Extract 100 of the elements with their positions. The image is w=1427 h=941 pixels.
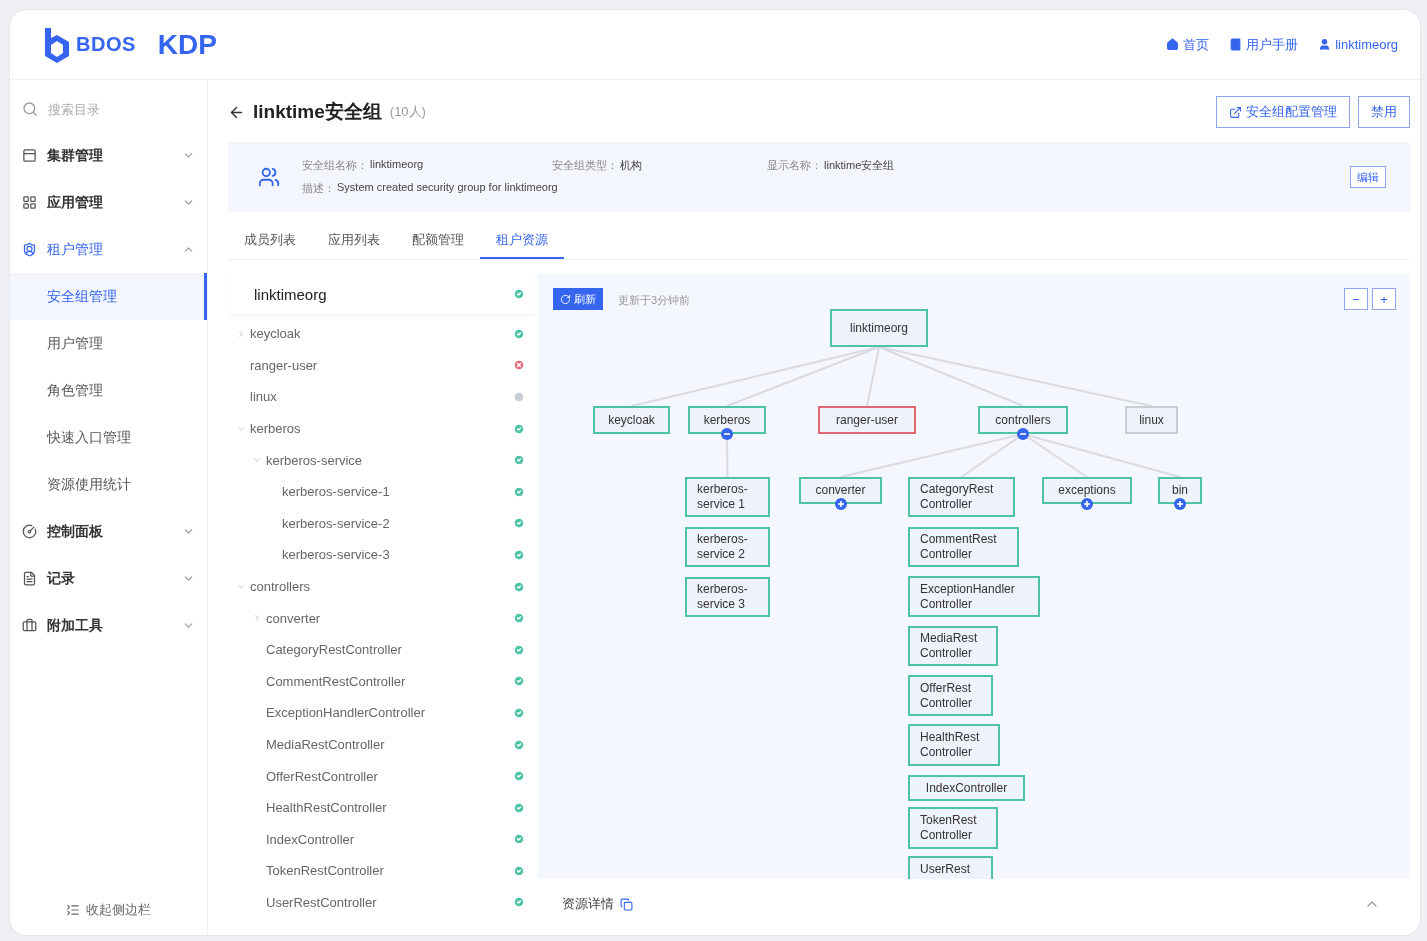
- gauge-icon: [22, 524, 37, 539]
- tree-item[interactable]: TokenRestController: [228, 855, 535, 887]
- tree-item[interactable]: kerberos-service: [228, 444, 535, 476]
- tree-item[interactable]: linux: [228, 381, 535, 413]
- diagram-node[interactable]: UserRest: [908, 856, 993, 879]
- nav-item[interactable]: 应用管理: [10, 179, 207, 226]
- tree-item[interactable]: CommentRestController: [228, 665, 535, 698]
- diagram-node[interactable]: kerberos- service 3: [685, 577, 770, 617]
- nav-item[interactable]: 附加工具: [10, 602, 207, 649]
- tree-label: linktimeorg: [254, 285, 328, 303]
- tree-label: kerberos-service: [266, 452, 364, 468]
- field-value: linktimeorg: [370, 158, 424, 172]
- logo-icon: [42, 25, 72, 64]
- tree-item[interactable]: kerberos: [228, 412, 535, 445]
- diagram-node[interactable]: keycloak: [593, 406, 670, 434]
- tree-label: ranger-user: [250, 357, 319, 373]
- product-name: KDP: [157, 28, 217, 61]
- diagram-node[interactable]: bin: [1158, 477, 1202, 504]
- tree-label: linux: [250, 389, 278, 405]
- diagram-node[interactable]: MediaRest Controller: [908, 626, 998, 666]
- tree-label: CommentRestController: [266, 673, 407, 689]
- diagram-node[interactable]: ExceptionHandler Controller: [908, 576, 1040, 617]
- diagram-node[interactable]: converter: [799, 477, 882, 504]
- nav-item[interactable]: 记录: [10, 555, 207, 602]
- page-title: linktime安全组: [253, 100, 382, 124]
- tree-item[interactable]: ExceptionHandlerController: [228, 697, 535, 729]
- tree-item[interactable]: converter: [228, 602, 535, 634]
- nav-subitem[interactable]: 角色管理: [10, 367, 207, 414]
- action-button[interactable]: 禁用: [1358, 96, 1410, 128]
- action-button[interactable]: 安全组配置管理: [1216, 96, 1350, 128]
- document-icon: [22, 571, 37, 586]
- tree-item[interactable]: kerberos-service-2: [228, 507, 535, 540]
- diagram-node[interactable]: controllers: [978, 406, 1068, 434]
- tab[interactable]: 应用列表: [312, 222, 396, 259]
- diagram-node[interactable]: TokenRest Controller: [908, 807, 998, 849]
- tree-label: keycloak: [250, 326, 302, 342]
- brand-name: BDOS: [76, 33, 136, 56]
- field-value: System created security group for linktimeorg: [337, 181, 558, 195]
- nav-subitem[interactable]: 用户管理: [10, 320, 207, 367]
- nav-item[interactable]: 集群管理: [10, 132, 207, 179]
- search-field[interactable]: 搜索目录: [10, 94, 207, 124]
- diagram-node[interactable]: kerberos- service 1: [685, 477, 770, 517]
- header-link[interactable]: 用户手册: [1229, 35, 1299, 54]
- tab[interactable]: 租户资源: [480, 222, 564, 259]
- zoom-out-button[interactable]: −: [1344, 288, 1368, 310]
- nav-item[interactable]: 租户管理: [10, 226, 207, 273]
- tab[interactable]: 配额管理: [396, 222, 480, 259]
- diagram-node[interactable]: linux: [1125, 406, 1178, 434]
- search-icon: [22, 101, 38, 117]
- tab[interactable]: 成员列表: [228, 222, 312, 259]
- search-input[interactable]: 搜索目录: [46, 100, 176, 118]
- diagram-node[interactable]: IndexController: [908, 775, 1025, 801]
- diagram-node[interactable]: CategoryRest Controller: [908, 477, 1015, 517]
- field-label: 安全组名称：: [302, 158, 368, 173]
- plus-icon: [836, 500, 845, 508]
- diagram-node[interactable]: CommentRest Controller: [908, 527, 1019, 567]
- tree-item[interactable]: OfferRestController: [228, 760, 535, 792]
- collapse-sidebar-button[interactable]: 收起侧边栏: [10, 885, 207, 935]
- diagram-node[interactable]: HealthRest Controller: [908, 724, 1000, 766]
- header-link[interactable]: 首页: [1166, 35, 1210, 54]
- tree-label: kerberos-service-2: [282, 515, 391, 531]
- diagram-node[interactable]: linktimeorg: [830, 309, 928, 347]
- header-link[interactable]: linktimeorg: [1318, 35, 1398, 54]
- shield-user-icon: [22, 242, 37, 257]
- collapse-icon: [66, 903, 80, 917]
- tree-item[interactable]: IndexController: [228, 823, 535, 856]
- member-count: (10人): [389, 103, 426, 121]
- nav-subitem[interactable]: 安全组管理: [10, 273, 207, 320]
- diagram-node[interactable]: kerberos- service 2: [685, 527, 770, 567]
- tree-item[interactable]: MediaRestController: [228, 728, 535, 761]
- tree-item[interactable]: kerberos-service-3: [228, 539, 535, 571]
- caret-right-icon[interactable]: [236, 328, 246, 339]
- edit-button[interactable]: 编辑: [1350, 166, 1386, 188]
- diagram-node[interactable]: ranger-user: [818, 406, 916, 434]
- nav-subitem[interactable]: 快速入口管理: [10, 414, 207, 461]
- tree-item[interactable]: ranger-user: [228, 349, 535, 382]
- tree-item[interactable]: HealthRestController: [228, 791, 535, 824]
- caret-right-icon[interactable]: [252, 613, 262, 624]
- tree-label: UserRestController: [266, 895, 378, 910]
- zoom-in-button[interactable]: +: [1372, 288, 1396, 310]
- tree-item[interactable]: UserRestController: [228, 886, 535, 919]
- user-icon: [1318, 38, 1332, 51]
- tree-item[interactable]: keycloak: [228, 318, 535, 350]
- tree-label: TokenRestController: [266, 863, 385, 879]
- diagram-node[interactable]: kerberos: [688, 406, 766, 434]
- tree-label: IndexController: [266, 831, 356, 847]
- home-icon: [1166, 38, 1180, 51]
- tree-root[interactable]: linktimeorg: [228, 274, 535, 314]
- diagram-node[interactable]: exceptions: [1042, 477, 1132, 504]
- refresh-button[interactable]: 刷新: [553, 288, 603, 310]
- tree-item[interactable]: CategoryRestController: [228, 633, 535, 666]
- diagram-node[interactable]: OfferRest Controller: [908, 675, 993, 716]
- copy-icon[interactable]: [620, 897, 633, 911]
- tree-item[interactable]: controllers: [228, 570, 535, 603]
- tree-item[interactable]: kerberos-service-1: [228, 475, 535, 508]
- tree-label: OfferRestController: [266, 768, 379, 784]
- refresh-icon: [560, 293, 571, 305]
- nav-subitem[interactable]: 资源使用统计: [10, 461, 207, 508]
- external-link-icon: [1229, 105, 1242, 119]
- nav-item[interactable]: 控制面板: [10, 508, 207, 555]
